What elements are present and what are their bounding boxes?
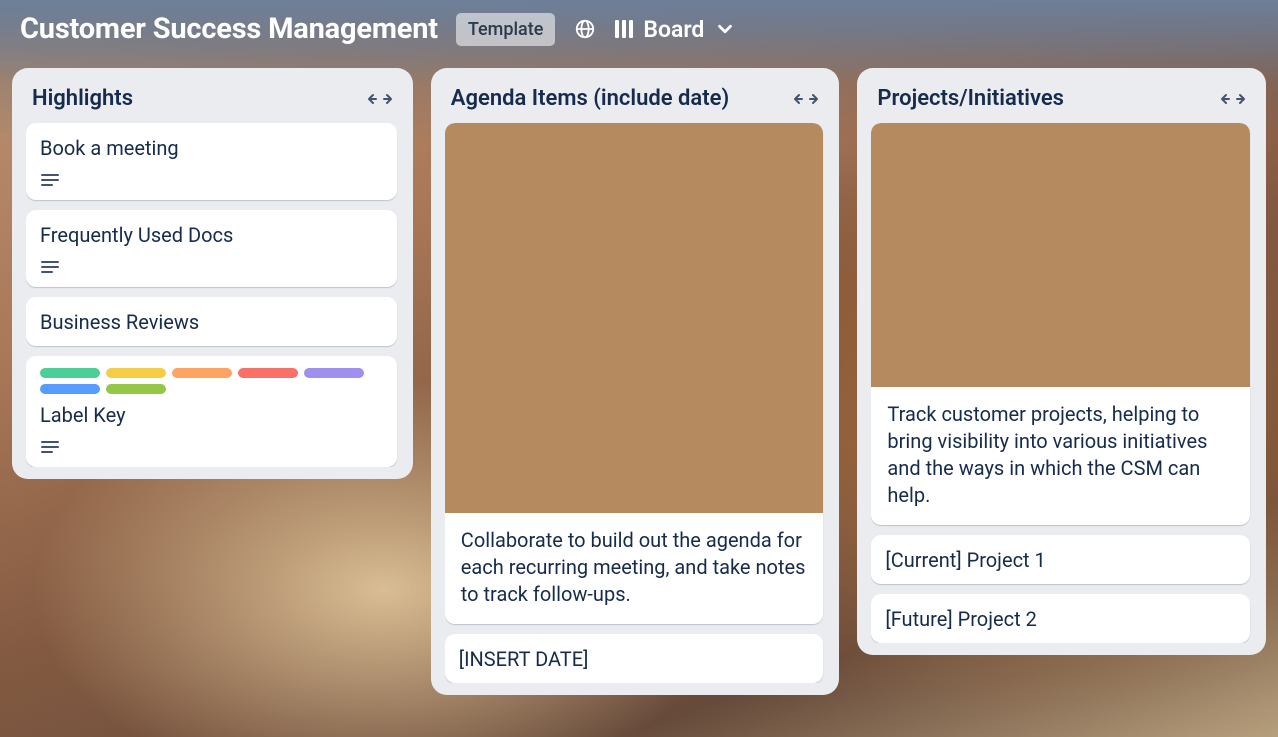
card-title: Label Key bbox=[40, 402, 383, 429]
card-description-icon bbox=[40, 439, 383, 457]
card-title: [Current] Project 1 bbox=[885, 547, 1236, 574]
card-title: Book a meeting bbox=[40, 135, 383, 162]
card[interactable]: Business Reviews bbox=[26, 297, 397, 346]
card-label[interactable] bbox=[172, 368, 232, 378]
chevron-down-icon bbox=[714, 18, 736, 40]
board-canvas: Highlights Book a meeting Frequently Use… bbox=[0, 60, 1278, 731]
card-description-icon bbox=[40, 172, 383, 190]
collapse-list-icon[interactable] bbox=[793, 90, 819, 108]
list-highlights: Highlights Book a meeting Frequently Use… bbox=[12, 68, 413, 479]
visibility-icon[interactable] bbox=[573, 17, 597, 41]
board-title[interactable]: Customer Success Management bbox=[20, 12, 438, 46]
card-label[interactable] bbox=[40, 384, 100, 394]
card-title: Collaborate to build out the agenda for … bbox=[461, 527, 808, 608]
card-title: Frequently Used Docs bbox=[40, 222, 383, 249]
card-labels bbox=[40, 368, 383, 394]
card[interactable]: [Current] Project 1 bbox=[871, 535, 1250, 584]
list-title[interactable]: Agenda Items (include date) bbox=[451, 86, 729, 111]
card[interactable]: [Future] Project 2 bbox=[871, 594, 1250, 643]
view-switcher[interactable]: Board bbox=[615, 16, 736, 43]
list-title[interactable]: Projects/Initiatives bbox=[877, 86, 1064, 111]
card-cover-image bbox=[445, 123, 824, 513]
card-title: Business Reviews bbox=[40, 309, 383, 336]
card-title: Track customer projects, helping to brin… bbox=[887, 401, 1234, 509]
card[interactable]: Frequently Used Docs bbox=[26, 210, 397, 287]
card-title: [INSERT DATE] bbox=[459, 646, 810, 673]
card-cover-image bbox=[871, 123, 1250, 387]
list-agenda-items: Agenda Items (include date) Collaborate … bbox=[431, 68, 840, 695]
template-badge[interactable]: Template bbox=[456, 13, 556, 46]
card-label[interactable] bbox=[238, 368, 298, 378]
view-label: Board bbox=[643, 16, 704, 43]
board-view-icon bbox=[615, 20, 633, 38]
card-label[interactable] bbox=[40, 368, 100, 378]
collapse-list-icon[interactable] bbox=[1220, 90, 1246, 108]
list-title[interactable]: Highlights bbox=[32, 86, 133, 111]
board-header: Customer Success Management Template Boa… bbox=[0, 0, 1278, 60]
card[interactable]: [INSERT DATE] bbox=[445, 634, 824, 683]
card[interactable]: Collaborate to build out the agenda for … bbox=[445, 123, 824, 624]
card[interactable]: Label Key bbox=[26, 356, 397, 467]
collapse-list-icon[interactable] bbox=[367, 90, 393, 108]
card-label[interactable] bbox=[106, 384, 166, 394]
card-description-icon bbox=[40, 259, 383, 277]
card-label[interactable] bbox=[106, 368, 166, 378]
card[interactable]: Book a meeting bbox=[26, 123, 397, 200]
card[interactable]: Track customer projects, helping to brin… bbox=[871, 123, 1250, 525]
card-label[interactable] bbox=[304, 368, 364, 378]
list-projects-initiatives: Projects/Initiatives Track customer proj… bbox=[857, 68, 1266, 655]
card-title: [Future] Project 2 bbox=[885, 606, 1236, 633]
